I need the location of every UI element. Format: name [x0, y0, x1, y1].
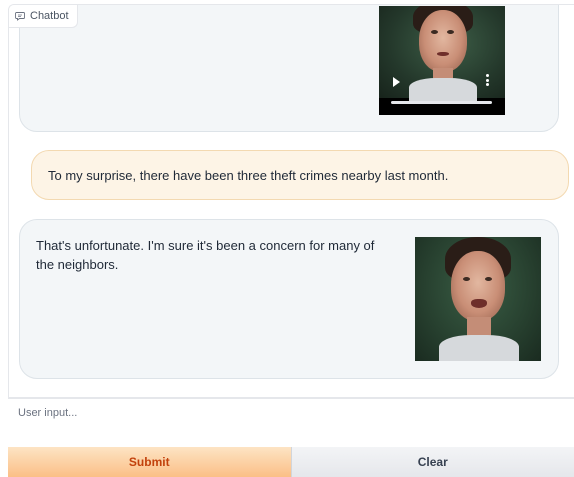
user-message-text: To my surprise, there have been three th…: [48, 167, 449, 183]
bot-message: [19, 5, 559, 132]
chatbot-label: Chatbot: [9, 5, 78, 28]
user-input-area[interactable]: [8, 398, 574, 447]
clear-button[interactable]: Clear: [290, 447, 574, 477]
video-progress-bar[interactable]: [391, 101, 492, 104]
video-player[interactable]: [379, 6, 505, 115]
more-vertical-icon[interactable]: [486, 74, 489, 86]
user-message: To my surprise, there have been three th…: [31, 150, 569, 200]
submit-button[interactable]: Submit: [8, 447, 291, 477]
chat-bubble-icon: [15, 11, 25, 21]
play-icon[interactable]: [393, 77, 400, 87]
button-row: Submit Clear: [8, 447, 574, 477]
avatar-image: [415, 237, 541, 361]
face: [451, 251, 505, 321]
chat-panel: Chatbot To my surprise, there have been …: [8, 4, 574, 398]
chatbot-label-text: Chatbot: [30, 10, 69, 22]
user-input[interactable]: [8, 399, 574, 447]
face: [419, 10, 467, 72]
chat-app: Chatbot To my surprise, there have been …: [0, 0, 574, 477]
bot-message-text: That's unfortunate. I'm sure it's been a…: [36, 238, 375, 272]
